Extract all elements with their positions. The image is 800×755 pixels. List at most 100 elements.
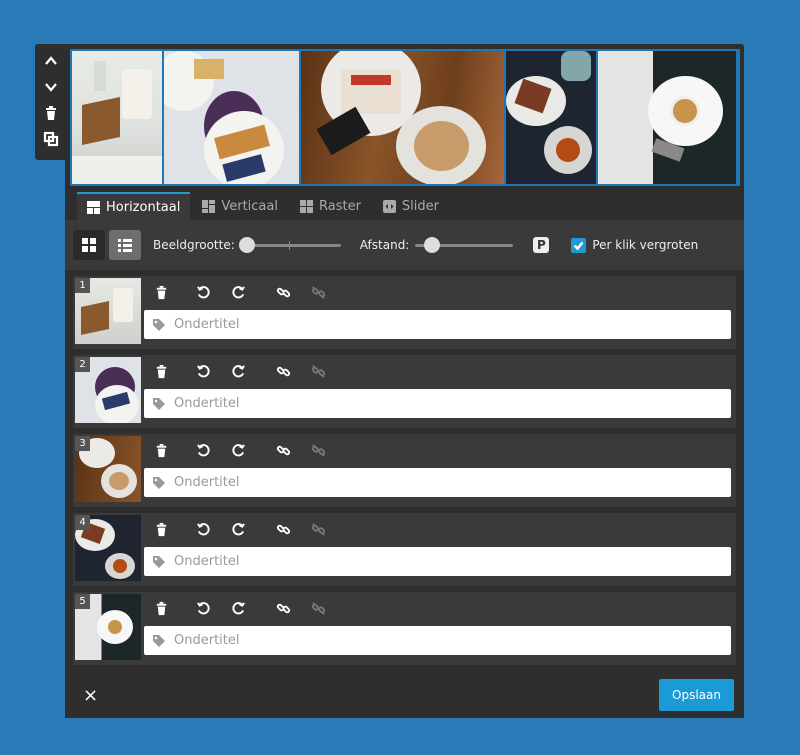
delete-image-button[interactable] <box>151 519 171 539</box>
rotate-right-button[interactable] <box>228 519 248 539</box>
image-number: 1 <box>75 278 90 293</box>
trash-icon <box>156 522 166 536</box>
zoom-on-click-checkbox[interactable] <box>571 237 587 253</box>
rotate-left-icon <box>196 364 210 377</box>
unlink-button[interactable] <box>308 519 328 539</box>
rotate-right-icon <box>231 443 245 456</box>
link-icon <box>276 445 290 455</box>
list-icon <box>118 239 132 252</box>
list-item: 1 <box>73 276 736 349</box>
unlink-button[interactable] <box>308 361 328 381</box>
link-button[interactable] <box>273 361 293 381</box>
gallery-photo <box>301 51 504 184</box>
tag-icon <box>153 318 165 331</box>
caption-input[interactable] <box>174 554 694 569</box>
tag-icon <box>153 634 165 647</box>
rotate-left-button[interactable] <box>193 361 213 381</box>
tab-label: Slider <box>401 198 439 214</box>
caption-input[interactable] <box>174 475 694 490</box>
caption-input[interactable] <box>174 633 694 648</box>
row-actions <box>151 361 328 381</box>
move-up-button[interactable] <box>39 50 63 72</box>
trash-icon <box>46 106 56 120</box>
rotate-left-icon <box>196 601 210 614</box>
caption-field[interactable] <box>144 310 731 339</box>
gallery-photo <box>72 51 162 184</box>
list-item: 5 <box>73 592 736 665</box>
caption-input[interactable] <box>174 396 694 411</box>
link-icon <box>276 524 290 534</box>
list-view-button[interactable] <box>109 230 141 260</box>
spacing-slider[interactable] <box>415 237 514 253</box>
grid-view-button[interactable] <box>73 230 105 260</box>
image-size-slider[interactable] <box>238 237 341 253</box>
unlink-button[interactable] <box>308 282 328 302</box>
rotate-left-button[interactable] <box>193 598 213 618</box>
tab-label: Verticaal <box>221 198 278 214</box>
caption-field[interactable] <box>144 547 731 576</box>
rotate-right-icon <box>231 601 245 614</box>
caption-field[interactable] <box>144 468 731 497</box>
delete-image-button[interactable] <box>151 440 171 460</box>
link-button[interactable] <box>273 282 293 302</box>
spacing-label: Afstand: <box>359 238 410 252</box>
image-number: 3 <box>75 436 90 451</box>
rotate-right-icon <box>231 285 245 298</box>
rotate-right-button[interactable] <box>228 282 248 302</box>
close-button[interactable]: × <box>83 685 98 706</box>
image-size-label: Beeldgrootte: <box>153 238 235 252</box>
layout-grid-icon <box>299 199 313 213</box>
image-number: 2 <box>75 357 90 372</box>
slider-handle[interactable] <box>238 237 255 253</box>
delete-image-button[interactable] <box>151 598 171 618</box>
delete-image-button[interactable] <box>151 282 171 302</box>
rotate-right-button[interactable] <box>228 361 248 381</box>
tab-vertical[interactable]: Verticaal <box>192 192 288 220</box>
duplicate-block-button[interactable] <box>39 128 63 150</box>
unlink-icon <box>311 601 325 615</box>
chevron-up-icon <box>45 56 57 65</box>
tab-grid[interactable]: Raster <box>290 192 371 220</box>
slider-handle[interactable] <box>423 237 440 253</box>
trash-icon <box>156 601 166 615</box>
unlink-button[interactable] <box>308 598 328 618</box>
unlink-button[interactable] <box>308 440 328 460</box>
link-icon <box>276 603 290 613</box>
caption-input[interactable] <box>174 317 694 332</box>
gallery-editor: Horizontaal Verticaal Raster Slider Beel… <box>65 44 744 718</box>
duplicate-icon <box>43 131 59 147</box>
rotate-right-icon <box>231 522 245 535</box>
tag-icon <box>153 397 165 410</box>
rotate-left-button[interactable] <box>193 282 213 302</box>
delete-block-button[interactable] <box>39 102 63 124</box>
image-list: 1 2 <box>73 276 736 671</box>
tab-label: Raster <box>318 198 361 214</box>
row-actions <box>151 519 328 539</box>
block-toolbar <box>35 44 67 160</box>
rotate-right-button[interactable] <box>228 440 248 460</box>
gallery-photo <box>506 51 596 184</box>
chevron-down-icon <box>45 83 57 92</box>
move-down-button[interactable] <box>39 76 63 98</box>
link-button[interactable] <box>273 598 293 618</box>
unlink-icon <box>311 443 325 457</box>
delete-image-button[interactable] <box>151 361 171 381</box>
caption-field[interactable] <box>144 389 731 418</box>
pinterest-button[interactable]: P <box>533 237 550 253</box>
link-icon <box>276 366 290 376</box>
layout-vertical-icon <box>202 199 216 213</box>
layout-slider-icon <box>382 199 396 213</box>
tab-slider[interactable]: Slider <box>373 192 449 220</box>
link-button[interactable] <box>273 440 293 460</box>
rotate-left-button[interactable] <box>193 440 213 460</box>
trash-icon <box>156 364 166 378</box>
gallery-preview[interactable] <box>70 49 740 186</box>
grid-icon <box>82 238 96 252</box>
tab-horizontal[interactable]: Horizontaal <box>77 192 191 220</box>
tab-label: Horizontaal <box>106 199 181 215</box>
rotate-left-button[interactable] <box>193 519 213 539</box>
rotate-right-button[interactable] <box>228 598 248 618</box>
caption-field[interactable] <box>144 626 731 655</box>
save-button[interactable]: Opslaan <box>659 679 734 711</box>
link-button[interactable] <box>273 519 293 539</box>
